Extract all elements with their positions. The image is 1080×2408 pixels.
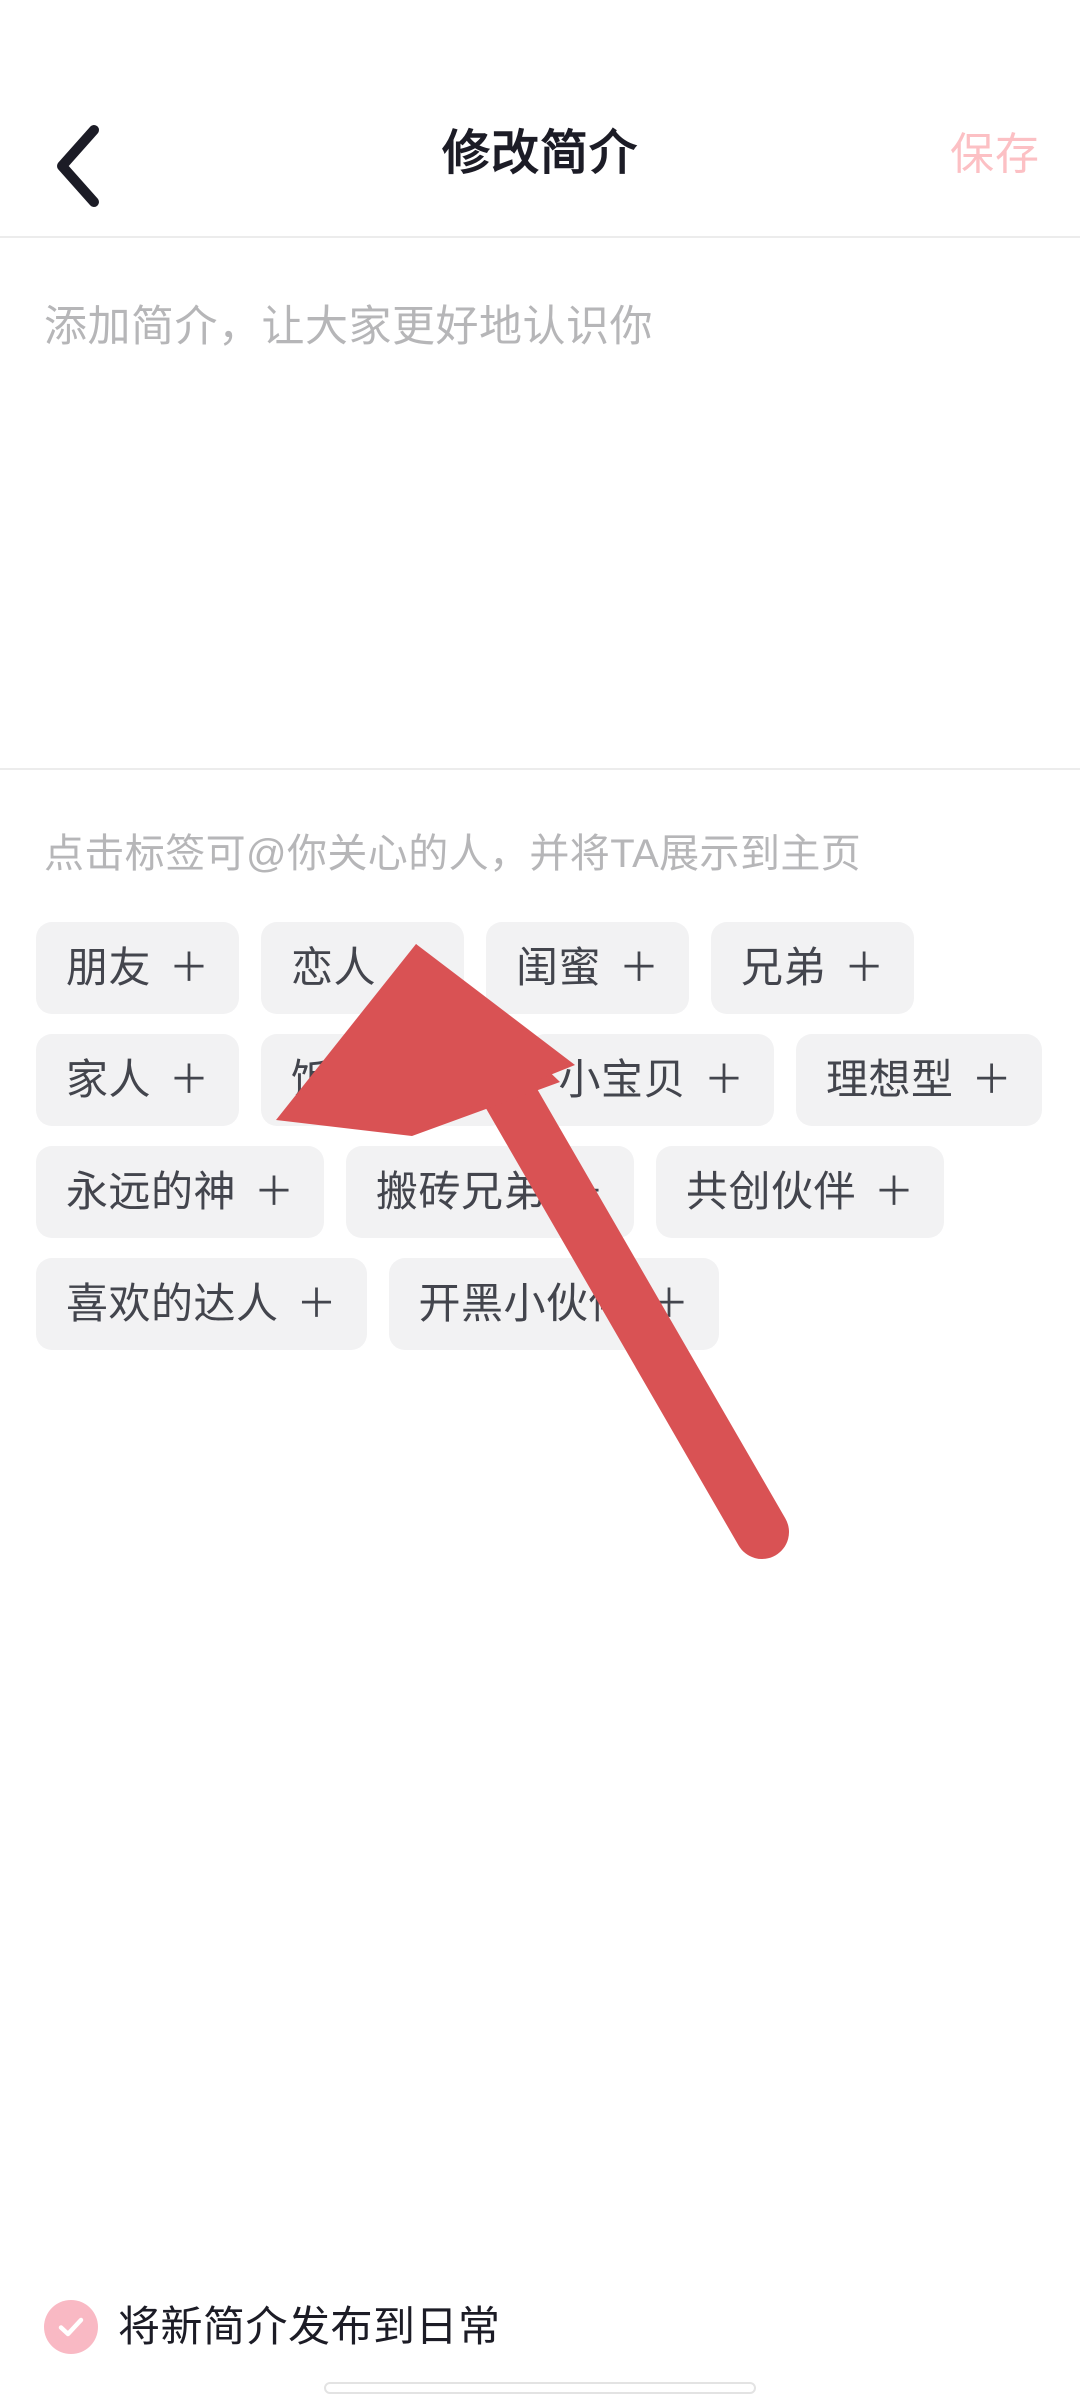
plus-icon: ＋ bbox=[254, 1170, 295, 1214]
tag-pill-理想型[interactable]: 理想型 ＋ bbox=[796, 1034, 1042, 1126]
save-button[interactable]: 保存 bbox=[950, 128, 1040, 182]
plus-icon: ＋ bbox=[436, 1058, 477, 1102]
tag-pill-兄弟[interactable]: 兄弟 ＋ bbox=[711, 922, 915, 1014]
tag-rows-container: 朋友＋恋人＋闺蜜＋兄弟＋家人＋饭搭子＋小宝贝＋理想型＋永远的神＋搬砖兄弟＋共创伙… bbox=[36, 922, 1046, 1370]
check-icon bbox=[55, 2311, 87, 2343]
tag-pill-饭搭子[interactable]: 饭搭子 ＋ bbox=[261, 1034, 507, 1126]
tag-pill-共创伙伴[interactable]: 共创伙伴 ＋ bbox=[656, 1146, 945, 1238]
tag-label: 搬砖兄弟 bbox=[376, 1168, 547, 1215]
tag-pill-搬砖兄弟[interactable]: 搬砖兄弟 ＋ bbox=[346, 1146, 635, 1238]
tag-label: 开黑小伙伴 bbox=[418, 1280, 632, 1327]
tag-pill-开黑小伙伴[interactable]: 开黑小伙伴 ＋ bbox=[388, 1258, 720, 1350]
tag-label: 小宝贝 bbox=[558, 1056, 687, 1103]
tag-label: 饭搭子 bbox=[291, 1056, 419, 1103]
tag-label: 永远的神 bbox=[66, 1168, 237, 1215]
tag-pill-永远的神[interactable]: 永远的神 ＋ bbox=[36, 1146, 325, 1238]
navigation-bar: 修改简介 保存 bbox=[0, 0, 1080, 236]
plus-icon: ＋ bbox=[564, 1170, 605, 1214]
home-indicator bbox=[324, 2382, 756, 2394]
publish-label: 将新简介发布到日常 bbox=[118, 2303, 501, 2350]
plus-icon: ＋ bbox=[296, 1282, 337, 1326]
bio-placeholder-text: 添加简介，让大家更好地认识你 bbox=[44, 303, 653, 351]
plus-icon: ＋ bbox=[169, 1058, 210, 1102]
plus-icon: ＋ bbox=[844, 946, 885, 990]
publish-checkbox[interactable] bbox=[44, 2300, 98, 2354]
plus-icon: ＋ bbox=[971, 1058, 1012, 1102]
plus-icon: ＋ bbox=[394, 946, 435, 990]
plus-icon: ＋ bbox=[169, 946, 210, 990]
tag-pill-喜欢的达人[interactable]: 喜欢的达人 ＋ bbox=[36, 1258, 367, 1350]
plus-icon: ＋ bbox=[649, 1282, 690, 1326]
publish-to-daily-row[interactable]: 将新简介发布到日常 bbox=[44, 2300, 501, 2354]
bio-input-section[interactable]: 添加简介，让大家更好地认识你 bbox=[0, 238, 1080, 768]
tag-row: 家人 ＋ 饭搭子 ＋ 小宝贝 ＋ 理想型 ＋ bbox=[36, 1034, 1046, 1126]
tag-label: 理想型 bbox=[826, 1056, 954, 1103]
tag-pill-闺蜜[interactable]: 闺蜜 ＋ bbox=[486, 922, 690, 1014]
tag-pill-小宝贝[interactable]: 小宝贝 ＋ bbox=[528, 1034, 775, 1126]
tag-hint-text: 点击标签可@你关心的人，并将TA展示到主页 bbox=[44, 832, 862, 876]
edit-bio-screen: 修改简介 保存 添加简介，让大家更好地认识你 点击标签可@你关心的人，并将TA展… bbox=[0, 0, 1080, 2408]
plus-icon: ＋ bbox=[619, 946, 660, 990]
tag-row: 朋友 ＋ 恋人 ＋ 闺蜜 ＋ 兄弟 ＋ bbox=[36, 922, 1046, 1014]
tag-label: 家人 bbox=[66, 1056, 152, 1103]
tag-row: 永远的神 ＋ 搬砖兄弟 ＋ 共创伙伴 ＋ bbox=[36, 1146, 1046, 1238]
plus-icon: ＋ bbox=[874, 1170, 915, 1214]
tag-label: 喜欢的达人 bbox=[66, 1280, 279, 1327]
tag-pill-朋友[interactable]: 朋友 ＋ bbox=[36, 922, 240, 1014]
tag-pill-恋人[interactable]: 恋人 ＋ bbox=[261, 922, 465, 1014]
tag-label: 恋人 bbox=[291, 944, 377, 991]
divider-middle bbox=[0, 768, 1080, 770]
tag-label: 闺蜜 bbox=[516, 944, 602, 991]
page-title: 修改简介 bbox=[441, 127, 638, 180]
tag-label: 朋友 bbox=[66, 944, 152, 991]
plus-icon: ＋ bbox=[704, 1058, 745, 1102]
tag-label: 共创伙伴 bbox=[686, 1168, 857, 1215]
tag-row: 喜欢的达人 ＋ 开黑小伙伴 ＋ bbox=[36, 1258, 1046, 1350]
tag-label: 兄弟 bbox=[741, 944, 827, 991]
tag-pill-家人[interactable]: 家人 ＋ bbox=[36, 1034, 240, 1126]
